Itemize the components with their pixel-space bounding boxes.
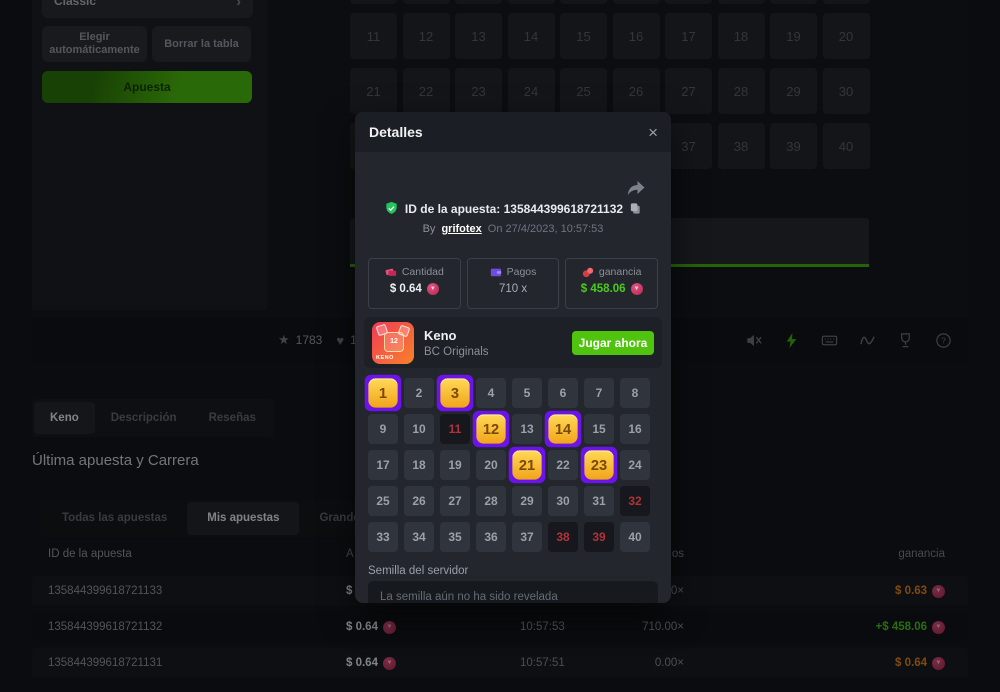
keno-result-cell: 29 [512,486,542,516]
keno-result-cell: 37 [512,522,542,552]
bet-id-row: ID de la apuesta: 135844399618721132 [355,201,671,216]
keno-result-cell: 23 [581,447,618,484]
keno-result-cell: 4 [476,378,506,408]
keno-result-cell: 25 [368,486,398,516]
keno-result-cell: 22 [548,450,578,480]
keno-result-cell: 27 [440,486,470,516]
game-name: Keno [424,328,489,343]
modal-title: Detalles [369,124,423,140]
stat-value: $ 458.06 [581,283,626,295]
username-link[interactable]: grifotex [441,223,481,235]
play-now-button[interactable]: Jugar ahora [572,331,654,355]
keno-result-cell: 3 [437,375,474,412]
keno-result-cell: 39 [584,522,614,552]
stat-value: 710 x [499,283,527,295]
stat-label: ganancia [599,266,642,278]
thumb-word: KENO [376,355,394,361]
keno-result-grid: 1234567891011121314151617181920212223242… [368,378,650,552]
keno-result-cell: 13 [512,414,542,444]
keno-result-cell: 18 [404,450,434,480]
server-seed-field[interactable]: La semilla aún no ha sido revelada [368,581,658,603]
keno-result-cell: 36 [476,522,506,552]
cash-icon [385,266,397,278]
keno-result-cell: 26 [404,486,434,516]
keno-result-cell: 30 [548,486,578,516]
wallet-icon [490,266,502,278]
keno-result-cell: 2 [404,378,434,408]
keno-result-cell: 38 [548,522,578,552]
keno-result-cell: 21 [509,447,546,484]
game-card: 12 KENO Keno BC Originals Jugar ahora [364,317,662,368]
modal-header: Detalles × [355,112,671,152]
stat-cantidad: Cantidad $ 0.64 [368,258,461,309]
keno-result-cell: 17 [368,450,398,480]
coins-icon [582,266,594,278]
keno-result-cell: 32 [620,486,650,516]
page: Classic › Elegir automáticamente Borrar … [0,0,1000,692]
coin-icon [631,283,643,295]
keno-game-thumbnail: 12 KENO [372,322,414,364]
copy-icon[interactable] [629,202,642,215]
close-icon[interactable]: × [648,124,658,141]
keno-result-cell: 1 [365,375,402,412]
keno-result-cell: 19 [440,450,470,480]
stat-value: $ 0.64 [390,283,422,295]
share-icon[interactable] [626,178,645,197]
stat-pagos: Pagos 710 x [467,258,560,309]
server-seed-label: Semilla del servidor [368,565,468,577]
keno-result-cell: 5 [512,378,542,408]
keno-result-cell: 24 [620,450,650,480]
keno-result-cell: 28 [476,486,506,516]
stat-label: Cantidad [402,266,444,278]
stat-label: Pagos [507,266,537,278]
bet-stats-row: Cantidad $ 0.64 Pagos 710 x ganancia $ 4… [368,258,658,309]
bet-author-row: By grifotex On 27/4/2023, 10:57:53 [355,223,671,235]
keno-result-cell: 8 [620,378,650,408]
bet-datetime: 27/4/2023, 10:57:53 [506,223,604,235]
keno-result-cell: 6 [548,378,578,408]
keno-result-cell: 31 [584,486,614,516]
keno-result-cell: 33 [368,522,398,552]
bet-id-text: ID de la apuesta: 135844399618721132 [405,202,623,216]
keno-result-cell: 14 [545,411,582,448]
by-label: By [423,223,436,235]
keno-result-cell: 16 [620,414,650,444]
keno-result-cell: 11 [440,414,470,444]
keno-result-cell: 9 [368,414,398,444]
keno-result-cell: 15 [584,414,614,444]
coin-icon [427,283,439,295]
keno-result-cell: 40 [620,522,650,552]
keno-result-cell: 34 [404,522,434,552]
on-label: On [488,223,503,235]
details-modal: Detalles × ID de la apuesta: 13584439961… [355,112,671,603]
game-provider: BC Originals [424,346,489,358]
keno-result-cell: 7 [584,378,614,408]
keno-result-cell: 35 [440,522,470,552]
keno-result-cell: 20 [476,450,506,480]
shield-check-icon [384,201,399,216]
keno-result-cell: 10 [404,414,434,444]
stat-ganancia: ganancia $ 458.06 [565,258,658,309]
keno-result-cell: 12 [473,411,510,448]
thumb-number: 12 [384,332,404,352]
